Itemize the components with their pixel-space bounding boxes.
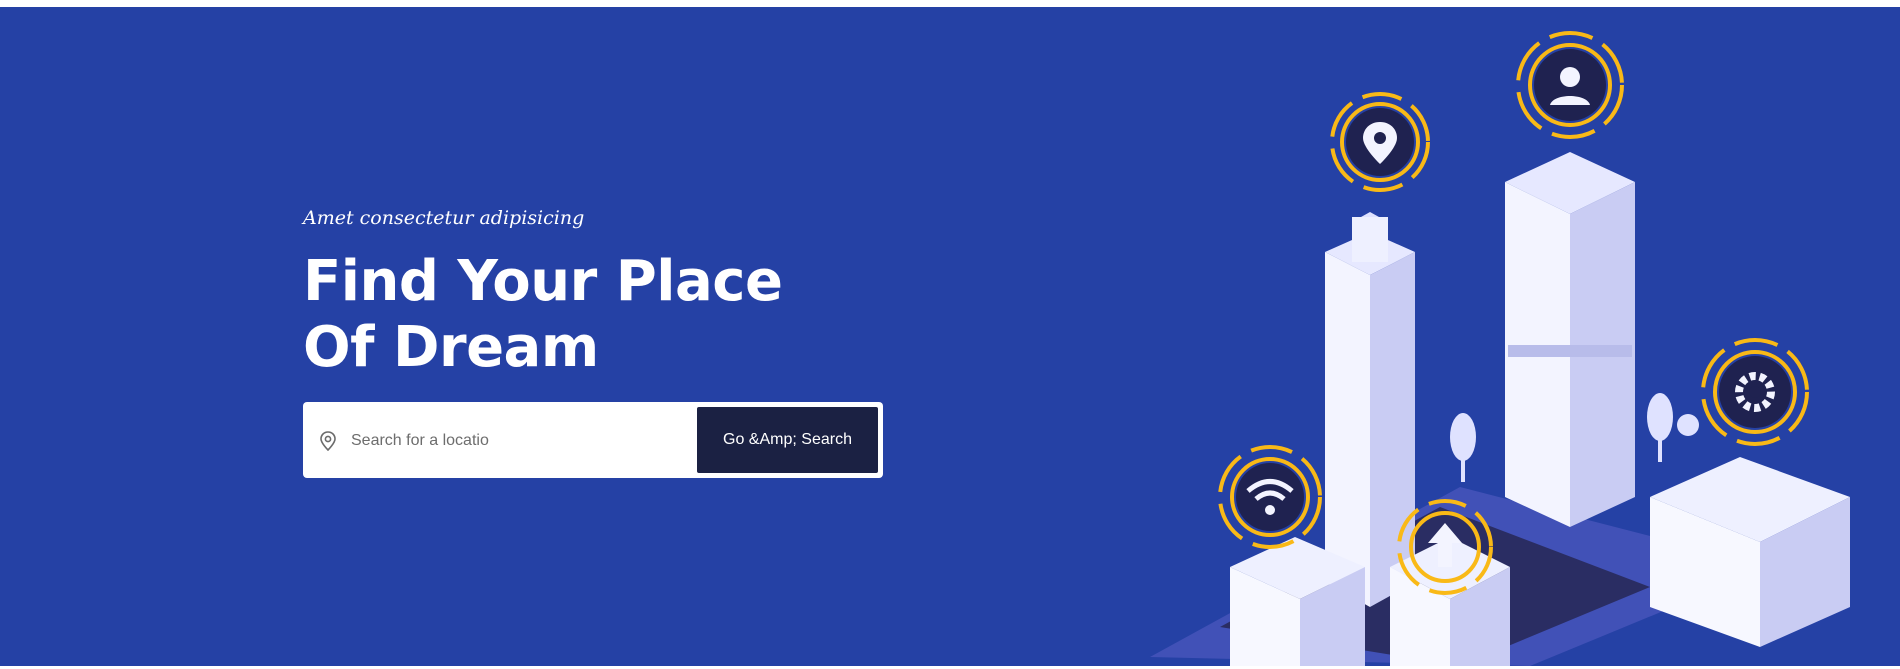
gear-icon <box>1701 338 1809 446</box>
upload-arrow-icon <box>1397 499 1493 595</box>
hero-title-line2: Of Dream <box>303 315 599 380</box>
hero-eyebrow: Amet consectetur adipisicing <box>303 207 585 229</box>
hero-title-line1: Find Your Place <box>303 249 783 314</box>
hero-title: Find Your Place Of Dream <box>303 249 903 381</box>
search-button[interactable]: Go &Amp; Search <box>697 407 878 473</box>
city-illustration <box>1150 31 1850 666</box>
user-icon <box>1516 31 1624 139</box>
hero-section: Amet consectetur adipisicing Find Your P… <box>0 7 1900 666</box>
location-pin-icon <box>1330 92 1430 192</box>
wifi-icon <box>1218 445 1322 549</box>
location-search-input[interactable] <box>349 420 693 462</box>
location-search-bar: Go &Amp; Search <box>303 402 883 478</box>
location-pin-icon <box>320 431 336 451</box>
hero-content: Amet consectetur adipisicing Find Your P… <box>303 207 903 381</box>
